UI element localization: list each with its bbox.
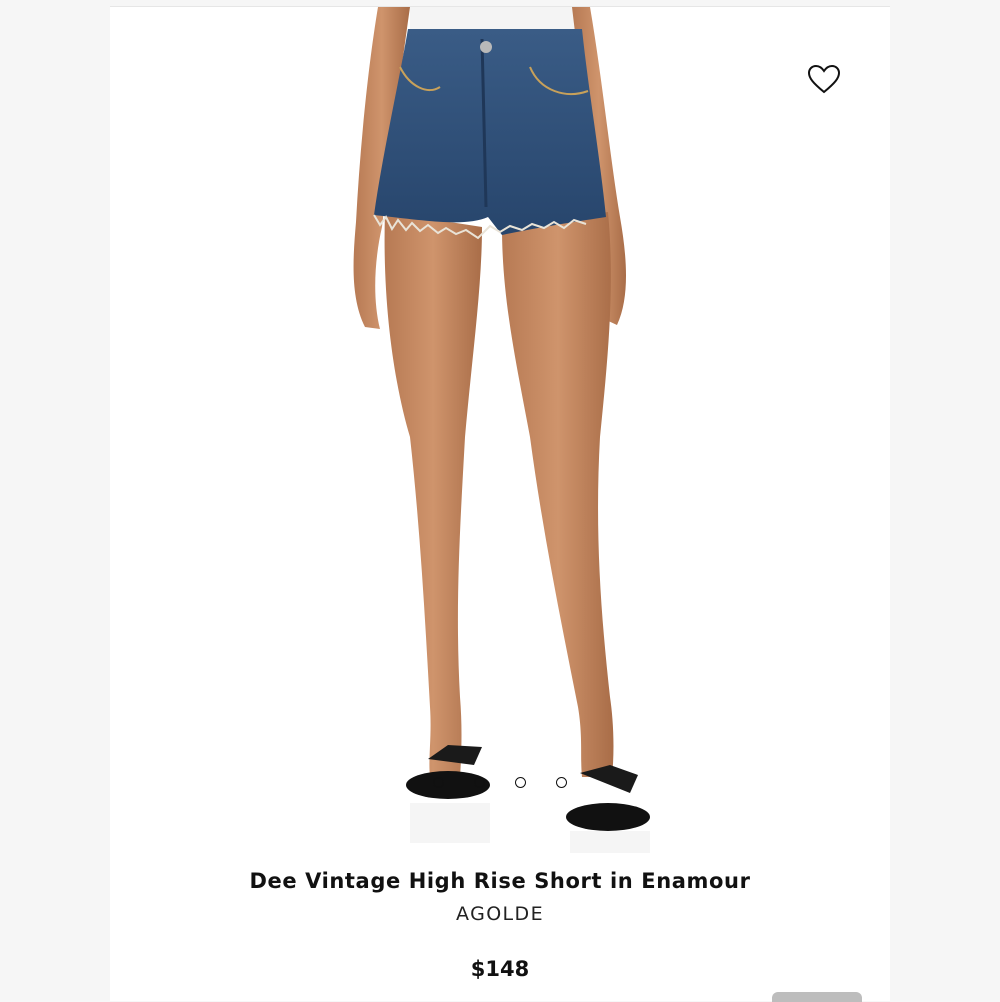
product-image[interactable] [110, 7, 890, 857]
shorts-button [480, 41, 492, 53]
favorite-button[interactable] [804, 59, 844, 99]
gallery-dot-2[interactable] [474, 777, 485, 788]
gallery-pagination [110, 777, 890, 788]
denim-shorts [374, 29, 606, 235]
screenshot-frame: Dee Vintage High Rise Short in Enamour A… [0, 0, 1000, 1002]
left-leg [384, 212, 482, 777]
right-sandal [566, 803, 650, 831]
right-leg [502, 212, 614, 777]
gallery-dot-4[interactable] [556, 777, 567, 788]
gallery-dot-3[interactable] [515, 777, 526, 788]
heart-outline-icon [807, 64, 841, 94]
product-brand[interactable]: AGOLDE [110, 903, 890, 925]
gallery-dot-1[interactable] [433, 777, 444, 788]
right-reflection [570, 831, 650, 853]
scroll-indicator [772, 992, 862, 1002]
left-reflection [410, 803, 490, 843]
product-info: Dee Vintage High Rise Short in Enamour A… [110, 869, 890, 981]
product-price: $148 [470, 957, 530, 981]
product-title: Dee Vintage High Rise Short in Enamour [249, 869, 751, 893]
product-card: Dee Vintage High Rise Short in Enamour A… [110, 6, 890, 1001]
